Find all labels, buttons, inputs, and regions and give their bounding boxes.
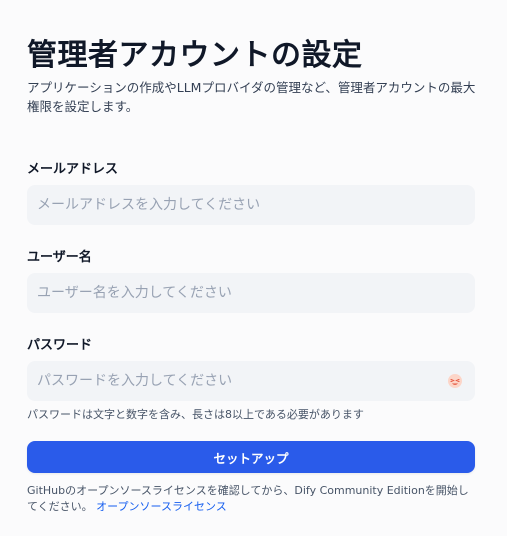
username-field-wrapper bbox=[27, 273, 475, 313]
email-field-wrapper bbox=[27, 185, 475, 225]
username-label: ユーザー名 bbox=[27, 250, 92, 265]
email-input[interactable] bbox=[37, 185, 465, 225]
password-field-wrapper bbox=[27, 361, 475, 401]
footer-notice: GitHubのオープンソースライセンスを確認してから、Dify Communit… bbox=[27, 483, 477, 515]
page-title: 管理者アカウントの設定 bbox=[27, 38, 363, 73]
email-label: メールアドレス bbox=[27, 162, 119, 177]
password-hint: パスワードは文字と数字を含み、長さは8以上である必要があります bbox=[27, 408, 364, 421]
eye-toggle-icon[interactable] bbox=[445, 371, 465, 391]
setup-button[interactable]: セットアップ bbox=[27, 441, 475, 473]
password-input[interactable] bbox=[37, 361, 445, 401]
setup-page: 管理者アカウントの設定 アプリケーションの作成やLLMプロバイダの管理など、管理… bbox=[0, 0, 507, 536]
page-subtitle: アプリケーションの作成やLLMプロバイダの管理など、管理者アカウントの最大権限を… bbox=[27, 80, 476, 114]
footer-text: GitHubのオープンソースライセンスを確認してから、Dify Communit… bbox=[27, 484, 469, 513]
open-source-license-link[interactable]: オープンソースライセンス bbox=[96, 500, 227, 513]
username-input[interactable] bbox=[37, 273, 465, 313]
password-label: パスワード bbox=[27, 338, 93, 353]
